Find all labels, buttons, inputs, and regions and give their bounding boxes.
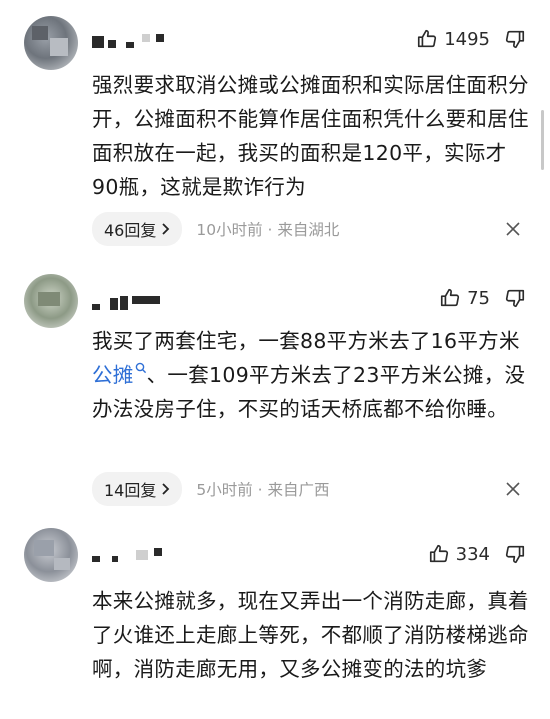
close-icon[interactable]: [506, 482, 520, 496]
like-button[interactable]: 334: [428, 543, 490, 565]
topic-link-label: 公摊: [92, 363, 134, 387]
comment-text-part: 、一套109平方米去了23平方米公摊，没办法没房子住，不买的话天桥底都不给你睡。: [92, 363, 526, 421]
thumbs-up-icon: [418, 29, 437, 48]
reply-button[interactable]: 46回复: [92, 212, 183, 246]
comment-text: 我买了两套住宅，一套88平方米去了16平方米公摊 、一套109平方米去了23平方米…: [92, 324, 532, 426]
avatar[interactable]: [24, 16, 78, 70]
chevron-right-icon: [162, 483, 170, 495]
username-redacted[interactable]: [92, 548, 182, 562]
comment-time: 5小时前 · 来自广西: [196, 481, 330, 499]
thumbs-down-icon[interactable]: [504, 543, 526, 565]
close-icon[interactable]: [506, 222, 520, 236]
thumbs-down-icon[interactable]: [504, 28, 526, 50]
username-redacted[interactable]: [92, 34, 182, 48]
comment-text-part: 我买了两套住宅，一套88平方米去了16平方米: [92, 329, 520, 353]
like-count: 1495: [444, 28, 490, 50]
like-count: 75: [467, 287, 490, 309]
topic-link[interactable]: 公摊: [92, 362, 147, 387]
username-redacted[interactable]: [92, 296, 182, 310]
reply-button[interactable]: 14回复: [92, 472, 183, 506]
comment-text: 本来公摊就多，现在又弄出一个消防走廊，真着了火谁还上走廊上等死，不都顺了消防楼梯…: [92, 589, 529, 681]
search-icon: [135, 362, 146, 374]
like-count: 334: [455, 543, 490, 565]
like-button[interactable]: 1495: [416, 28, 490, 50]
like-button[interactable]: 75: [439, 287, 490, 309]
scrollbar[interactable]: [541, 110, 544, 170]
reply-count: 14回复: [104, 481, 157, 500]
comment-text: 强烈要求取消公摊或公摊面积和实际居住面积分开，公摊面积不能算作居住面积凭什么要和…: [92, 73, 529, 199]
avatar[interactable]: [24, 528, 78, 582]
reply-count: 46回复: [104, 221, 157, 240]
thumbs-down-icon[interactable]: [504, 287, 526, 309]
thumbs-up-icon: [441, 288, 460, 307]
chevron-right-icon: [162, 223, 170, 235]
comment-time: 10小时前 · 来自湖北: [196, 221, 340, 239]
avatar[interactable]: [24, 274, 78, 328]
thumbs-up-icon: [429, 544, 448, 563]
